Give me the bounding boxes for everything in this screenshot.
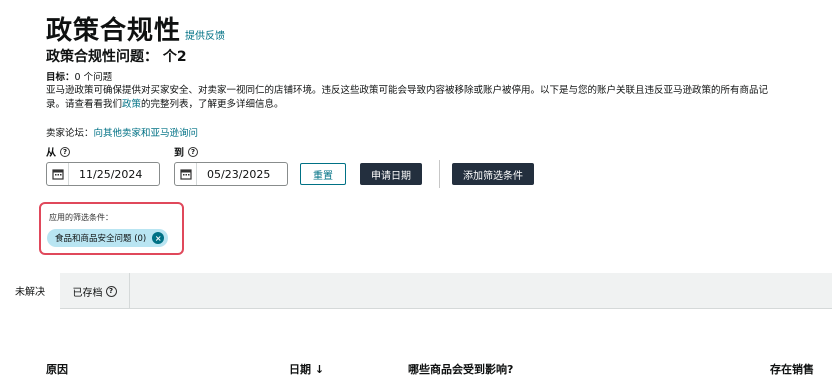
date-from-input[interactable]: 11/25/2024 (46, 162, 160, 186)
date-from-label-text: 从 (46, 148, 56, 159)
column-header-date[interactable]: 日期 ↓ (289, 361, 324, 377)
reset-button[interactable]: 重置 (300, 163, 346, 185)
page-title: 政策合规性 (46, 16, 182, 46)
seller-forum: 卖家论坛：向其他卖家和亚马逊询问 (46, 125, 198, 139)
description-text-end: 的完整列表，了解更多详细信息。 (141, 99, 284, 110)
applied-filters-box: 应用的筛选条件： 食品和商品安全问题 (0) × (39, 202, 184, 255)
policy-description: 亚马逊政策可确保提供对买家安全、对卖家一视同仁的店铺环境。违反这些政策可能会导致… (46, 84, 786, 112)
divider (439, 160, 440, 188)
target-value: 0 个问题 (74, 72, 113, 83)
column-header-affected: 哪些商品会受到影响? (408, 363, 514, 376)
calendar-icon[interactable] (175, 163, 197, 185)
tab-unresolved[interactable]: 未解决 (0, 273, 60, 310)
target-line: 目标：0 个问题 (46, 69, 112, 83)
help-icon[interactable]: ? (105, 285, 117, 297)
forum-link[interactable]: 向其他卖家和亚马逊询问 (94, 128, 199, 139)
applied-filters-label: 应用的筛选条件： (49, 213, 113, 222)
feedback-link[interactable]: 提供反馈 (185, 27, 225, 42)
tabs-underline (60, 308, 832, 309)
calendar-icon[interactable] (47, 163, 69, 185)
date-to-input[interactable]: 05/23/2025 (174, 162, 288, 186)
column-header-reason: 原因 (46, 363, 68, 376)
date-from-label: 从 ? (46, 144, 70, 159)
apply-date-button[interactable]: 申请日期 (360, 163, 422, 185)
filter-chip-label: 食品和商品安全问题 (0) (55, 234, 147, 244)
tab-unresolved-label: 未解决 (15, 287, 45, 298)
forum-label: 卖家论坛： (46, 128, 94, 139)
issue-count-heading: 政策合规性问题： 个2 (46, 49, 187, 65)
date-from-value: 11/25/2024 (79, 167, 143, 181)
tabs-bar: 未解决 已存档 ? (0, 273, 832, 310)
help-icon[interactable]: ? (188, 146, 198, 157)
date-to-label-text: 到 (174, 148, 184, 159)
tab-archived-label: 已存档 (72, 287, 103, 299)
date-to-value: 05/23/2025 (207, 167, 271, 181)
policy-link[interactable]: 政策 (122, 99, 141, 110)
close-icon[interactable]: × (152, 232, 165, 244)
add-filter-button[interactable]: 添加筛选条件 (452, 163, 534, 185)
filter-chip[interactable]: 食品和商品安全问题 (0) × (47, 229, 169, 247)
date-to-label: 到 ? (174, 144, 198, 159)
target-label: 目标： (46, 72, 75, 83)
tab-archived[interactable]: 已存档 ? (60, 273, 130, 309)
title-row: 政策合规性 提供反馈 (46, 16, 225, 46)
column-header-sales: 存在销售 (770, 363, 814, 376)
help-icon[interactable]: ? (60, 146, 70, 157)
